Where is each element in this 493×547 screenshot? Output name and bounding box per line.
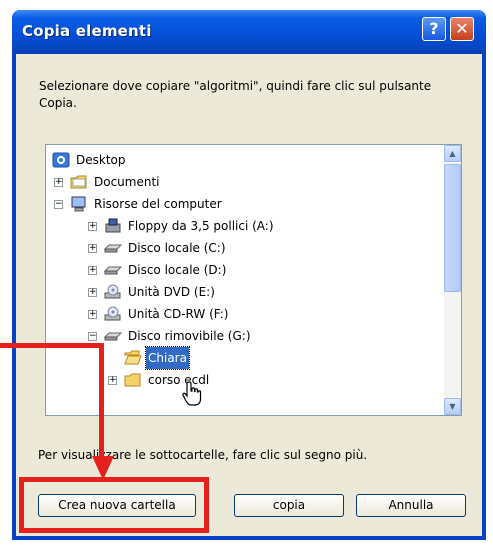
tree-item-label: Disco locale (D:) [128,263,227,277]
expand-plus-icon[interactable]: + [54,178,63,187]
collapse-minus-icon[interactable]: − [54,200,63,209]
tree-item-floppy[interactable]: + Floppy da 3,5 pollici (A:) [88,215,418,237]
instruction-text: Selezionare dove copiare "algoritmi", qu… [39,79,432,110]
drive-icon [104,266,122,275]
folder-tree[interactable]: Desktop + Documenti − Risorse del comput… [45,144,462,416]
expand-plus-icon[interactable]: + [88,310,97,319]
vertical-scrollbar[interactable]: ▲ ▼ [444,145,461,415]
tree-item-documenti[interactable]: + Documenti [54,171,354,193]
tree-item-cdrw[interactable]: + Unità CD-RW (F:) [88,303,418,325]
tree-item-label: Desktop [76,153,126,167]
folder-icon [70,175,87,189]
hand-cursor-icon [182,381,202,406]
annotation-line-horizontal [0,343,104,348]
close-button[interactable]: ✕ [450,17,474,41]
tree-item-label: Disco rimovibile (G:) [128,329,251,343]
hint-text: Per visualizzare le sottocartelle, fare … [38,448,368,462]
scroll-down-icon[interactable]: ▼ [444,398,461,415]
tree-item-dvd[interactable]: + Unità DVD (E:) [88,281,418,303]
expand-plus-icon[interactable]: + [88,244,97,253]
tree-item-disk-d[interactable]: + Disco locale (D:) [88,259,418,281]
tree-item-chiara[interactable]: Chiara [124,346,324,370]
cd-icon [104,284,121,299]
cancel-button[interactable]: Annulla [356,494,466,517]
expand-plus-icon[interactable]: + [88,222,97,231]
help-button[interactable]: ? [422,17,446,41]
dialog-body: Selezionare dove copiare "algoritmi", qu… [16,54,482,536]
scroll-up-icon[interactable]: ▲ [444,145,461,162]
title-bar[interactable]: Copia elementi ? ✕ [12,10,486,54]
copy-dialog: Copia elementi ? ✕ Selezionare dove copi… [12,10,486,540]
tree-item-disk-c[interactable]: + Disco locale (C:) [88,237,418,259]
drive-icon [104,244,122,253]
annotation-highlight-box [19,477,209,533]
tree-item-removable-g[interactable]: − Disco rimovibile (G:) [88,325,418,347]
tree-item-desktop[interactable]: Desktop [52,149,352,171]
tree-item-label: Risorse del computer [94,197,222,211]
dialog-title: Copia elementi [22,22,152,40]
tree-item-label: Unità DVD (E:) [128,285,215,299]
expand-plus-icon[interactable]: + [88,288,97,297]
drive-icon [104,332,122,341]
computer-icon [71,196,86,212]
expand-plus-icon[interactable]: + [88,266,97,275]
tree-item-label-selected: Chiara [145,346,190,370]
desktop-icon [52,152,70,168]
tree-item-corso-ecdl[interactable]: + corso ecdl [108,369,368,391]
tree-item-label: Floppy da 3,5 pollici (A:) [128,219,274,233]
tree-item-label: Unità CD-RW (F:) [128,307,229,321]
folder-open-icon [124,350,142,365]
floppy-icon [105,218,121,233]
expand-plus-icon[interactable]: + [108,376,117,385]
copy-button[interactable]: copia [234,494,344,517]
annotation-line-vertical [99,343,104,461]
cd-icon [104,306,121,321]
tree-item-risorse[interactable]: − Risorse del computer [54,193,374,215]
tree-item-label: Documenti [94,175,160,189]
tree-item-label: Disco locale (C:) [128,241,226,255]
collapse-minus-icon[interactable]: − [88,332,97,341]
folder-icon [124,373,141,387]
scroll-thumb[interactable] [444,164,461,292]
